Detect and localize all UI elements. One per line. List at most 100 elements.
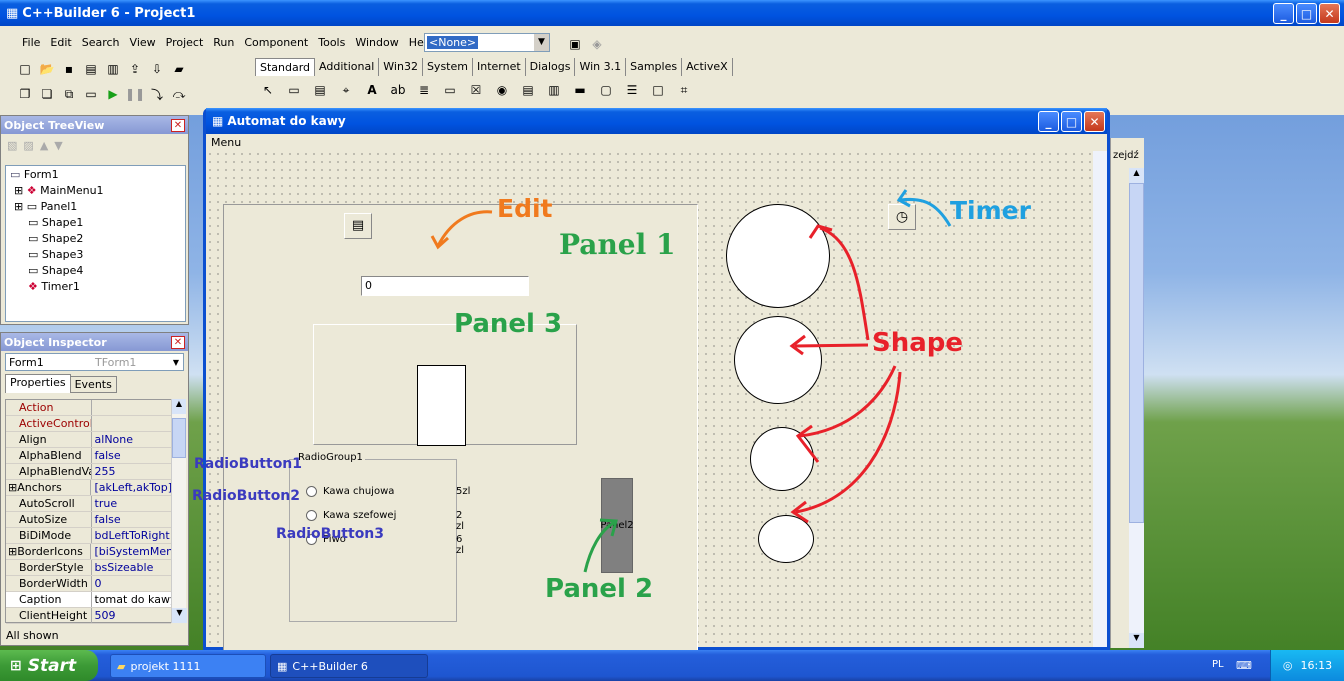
step-over-icon[interactable]: ⤼ xyxy=(169,84,189,104)
toggle-form-unit-icon[interactable]: ◈ xyxy=(587,34,607,54)
tab-samples[interactable]: Samples xyxy=(626,58,683,76)
help-book-icon[interactable]: ▰ xyxy=(169,59,189,79)
menu-project[interactable]: Project xyxy=(166,36,204,49)
groupbox-icon[interactable]: ▢ xyxy=(596,80,616,100)
panel3-inner-white-box[interactable] xyxy=(417,365,466,446)
open-project-icon[interactable]: ▥ xyxy=(103,59,123,79)
menu-view[interactable]: View xyxy=(130,36,156,49)
start-button[interactable]: ⊞ Start xyxy=(0,650,98,681)
scrollbar-icon[interactable]: ▬ xyxy=(570,80,590,100)
menu-edit[interactable]: Edit xyxy=(50,36,71,49)
property-value[interactable]: 255 xyxy=(92,464,171,479)
close-button[interactable]: ✕ xyxy=(1084,111,1105,132)
shape4[interactable] xyxy=(758,515,814,563)
close-icon[interactable]: ✕ xyxy=(171,118,185,132)
minimize-button[interactable]: _ xyxy=(1038,111,1059,132)
property-row[interactable]: ActiveControl xyxy=(6,416,171,432)
tab-internet[interactable]: Internet xyxy=(473,58,526,76)
property-value[interactable]: bsSizeable xyxy=(92,560,171,575)
tab-dialogs[interactable]: Dialogs xyxy=(526,58,576,76)
panel3[interactable] xyxy=(313,324,577,446)
view-form-icon-2[interactable]: ❏ xyxy=(37,84,57,104)
property-value[interactable]: 509 xyxy=(92,608,171,623)
chevron-down-icon[interactable]: ▼ xyxy=(534,34,549,51)
delete-item-icon[interactable]: ▨ xyxy=(23,139,33,152)
property-row[interactable]: BiDiMode bdLeftToRight xyxy=(6,528,171,544)
property-value[interactable]: tomat do kawy xyxy=(92,592,171,607)
close-icon[interactable]: ✕ xyxy=(171,335,185,349)
property-row[interactable]: ⊞BorderIcons[biSystemMenu, xyxy=(6,544,171,560)
tree-item-shape4[interactable]: ▭ Shape4 xyxy=(10,263,181,279)
tab-standard[interactable]: Standard xyxy=(255,58,316,76)
property-value[interactable]: false xyxy=(92,448,171,463)
property-row[interactable]: ClientHeight 509 xyxy=(6,608,171,624)
form-scrollbar[interactable] xyxy=(1093,151,1107,647)
menu-file[interactable]: File xyxy=(22,36,40,49)
checkbox-icon[interactable]: ☒ xyxy=(466,80,486,100)
property-value[interactable]: alNone xyxy=(92,432,171,447)
object-selector[interactable]: Form1 TForm1 ▼ xyxy=(5,353,184,371)
property-row[interactable]: AutoSize false xyxy=(6,512,171,528)
pointer-icon[interactable]: ↖ xyxy=(258,80,278,100)
property-row[interactable]: AlphaBlendValu255 xyxy=(6,464,171,480)
property-row[interactable]: BorderWidth 0 xyxy=(6,576,171,592)
memo-icon[interactable]: ≣ xyxy=(414,80,434,100)
new-icon[interactable]: □ xyxy=(15,59,35,79)
property-value[interactable]: 0 xyxy=(92,576,171,591)
new-form-icon[interactable]: ▭ xyxy=(81,84,101,104)
tray-icon[interactable]: ◎ xyxy=(1283,659,1293,672)
task-cppbuilder[interactable]: ▦ C++Builder 6 xyxy=(270,654,428,678)
actionlist-icon[interactable]: ⌗ xyxy=(674,80,694,100)
property-value[interactable]: [biSystemMenu, xyxy=(91,544,171,559)
tab-activex[interactable]: ActiveX xyxy=(682,58,733,76)
trace-into-icon[interactable]: ⤵ xyxy=(147,84,167,104)
radio-kawa-szefowej[interactable]: Kawa szefowej xyxy=(306,510,396,521)
panel-icon[interactable]: □ xyxy=(648,80,668,100)
editor-scrollbar[interactable]: ▲ ▼ xyxy=(1129,168,1144,648)
property-row[interactable]: Action xyxy=(6,400,171,416)
tab-system[interactable]: System xyxy=(423,58,473,76)
property-value[interactable] xyxy=(92,416,171,431)
form-menu-item[interactable]: Menu xyxy=(211,136,241,149)
tab-win32[interactable]: Win32 xyxy=(379,58,423,76)
radio-kawa-chujowa[interactable]: Kawa chujowa xyxy=(306,486,394,497)
view-form-icon[interactable]: ▣ xyxy=(565,34,585,54)
arrow-down-icon[interactable]: ▼ xyxy=(54,139,62,152)
menu-run[interactable]: Run xyxy=(213,36,234,49)
label-icon[interactable]: A xyxy=(362,80,382,100)
run-icon[interactable]: ▶ xyxy=(103,84,123,104)
remove-file-icon[interactable]: ⇩ xyxy=(147,59,167,79)
property-row[interactable]: Align alNone xyxy=(6,432,171,448)
mainmenu-component-icon[interactable]: ▤ xyxy=(344,213,372,239)
panel2[interactable]: Panel2 xyxy=(600,478,634,573)
property-value[interactable]: false xyxy=(92,512,171,527)
keyboard-icon[interactable]: ⌨ xyxy=(1236,659,1252,672)
frames-icon[interactable]: ▭ xyxy=(284,80,304,100)
property-value[interactable]: bdLeftToRight xyxy=(92,528,171,543)
tree-item-shape3[interactable]: ▭ Shape3 xyxy=(10,247,181,263)
radiogroup-icon[interactable]: ☰ xyxy=(622,80,642,100)
property-value[interactable]: [akLeft,akTop] xyxy=(91,480,171,495)
add-file-icon[interactable]: ⇪ xyxy=(125,59,145,79)
language-indicator[interactable]: PL xyxy=(1212,659,1224,670)
tree-item-timer1[interactable]: ❖ Timer1 xyxy=(10,279,181,295)
mainmenu-icon[interactable]: ▤ xyxy=(310,80,330,100)
chevron-down-icon[interactable]: ▼ xyxy=(169,358,183,367)
tree-item-form1[interactable]: ▭ Form1 xyxy=(10,167,181,183)
tab-win31[interactable]: Win 3.1 xyxy=(575,58,627,76)
tree-item-mainmenu1[interactable]: ⊞ ❖ MainMenu1 xyxy=(10,183,181,199)
property-value[interactable] xyxy=(92,400,171,415)
tab-additional[interactable]: Additional xyxy=(315,58,380,76)
edit-field[interactable]: 0 xyxy=(361,276,529,296)
save-all-icon[interactable]: ▤ xyxy=(81,59,101,79)
tree-item-shape2[interactable]: ▭ Shape2 xyxy=(10,231,181,247)
pause-icon[interactable]: ❚❚ xyxy=(125,84,145,104)
view-unit-icon[interactable]: ❐ xyxy=(15,84,35,104)
menu-window[interactable]: Window xyxy=(355,36,398,49)
tree-item-panel1[interactable]: ⊞ ▭ Panel1 xyxy=(10,199,181,215)
menu-search[interactable]: Search xyxy=(82,36,120,49)
listbox-icon[interactable]: ▤ xyxy=(518,80,538,100)
shape1[interactable] xyxy=(726,204,830,308)
menu-tools[interactable]: Tools xyxy=(318,36,345,49)
shape2[interactable] xyxy=(734,316,822,404)
